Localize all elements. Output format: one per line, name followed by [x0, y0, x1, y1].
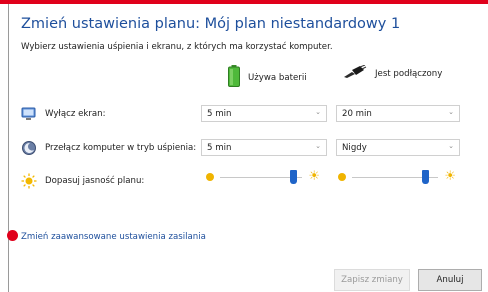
monitor-icon — [21, 106, 37, 122]
column-header-battery-label: Używa baterii — [248, 72, 307, 83]
window-top-accent — [0, 0, 488, 4]
window-left-border — [8, 4, 9, 292]
sleep-plugged-value: Nigdy — [342, 142, 367, 153]
brightness-high-icon: ☀ — [444, 169, 456, 184]
annotation-marker — [7, 230, 18, 241]
display-battery-value: 5 min — [207, 108, 232, 119]
cancel-button[interactable]: Anuluj — [418, 269, 482, 291]
sun-icon — [21, 173, 37, 189]
brightness-plugged-thumb[interactable] — [421, 170, 429, 184]
sleep-battery-select[interactable]: 5 min ⌄ — [201, 139, 327, 156]
display-plugged-value: 20 min — [342, 108, 372, 119]
brightness-plugged-slider[interactable]: ☀ — [338, 168, 456, 188]
chevron-down-icon: ⌄ — [448, 142, 454, 150]
display-plugged-select[interactable]: 20 min ⌄ — [336, 105, 460, 122]
row-brightness: Dopasuj jasność planu: — [21, 173, 144, 189]
page-subtitle: Wybierz ustawienia uśpienia i ekranu, z … — [21, 42, 333, 52]
row-display: Wyłącz ekran: — [21, 106, 106, 122]
chevron-down-icon: ⌄ — [448, 108, 454, 116]
chevron-down-icon: ⌄ — [315, 108, 321, 116]
plug-icon — [343, 64, 367, 82]
column-header-battery: Używa baterii — [228, 65, 307, 90]
moon-sleep-icon — [21, 140, 37, 156]
row-sleep: Przełącz komputer w tryb uśpienia: — [21, 140, 196, 156]
brightness-battery-slider[interactable]: ☀ — [206, 168, 320, 188]
brightness-low-icon — [206, 173, 214, 181]
page-title: Zmień ustawienia planu: Mój plan niestan… — [21, 16, 401, 32]
advanced-settings-link[interactable]: Zmień zaawansowane ustawienia zasilania — [21, 232, 206, 242]
brightness-battery-thumb[interactable] — [290, 170, 298, 184]
brightness-low-icon — [338, 173, 346, 181]
brightness-high-icon: ☀ — [308, 169, 320, 184]
chevron-down-icon: ⌄ — [315, 142, 321, 150]
sleep-battery-value: 5 min — [207, 142, 232, 153]
display-battery-select[interactable]: 5 min ⌄ — [201, 105, 327, 122]
column-header-plugged-label: Jest podłączony — [375, 68, 443, 79]
battery-icon — [228, 65, 240, 90]
save-button[interactable]: Zapisz zmiany — [334, 269, 410, 291]
sleep-plugged-select[interactable]: Nigdy ⌄ — [336, 139, 460, 156]
row-display-label: Wyłącz ekran: — [45, 109, 106, 119]
row-brightness-label: Dopasuj jasność planu: — [45, 176, 145, 186]
row-sleep-label: Przełącz komputer w tryb uśpienia: — [45, 143, 197, 153]
column-header-plugged: Jest podłączony — [343, 64, 443, 82]
